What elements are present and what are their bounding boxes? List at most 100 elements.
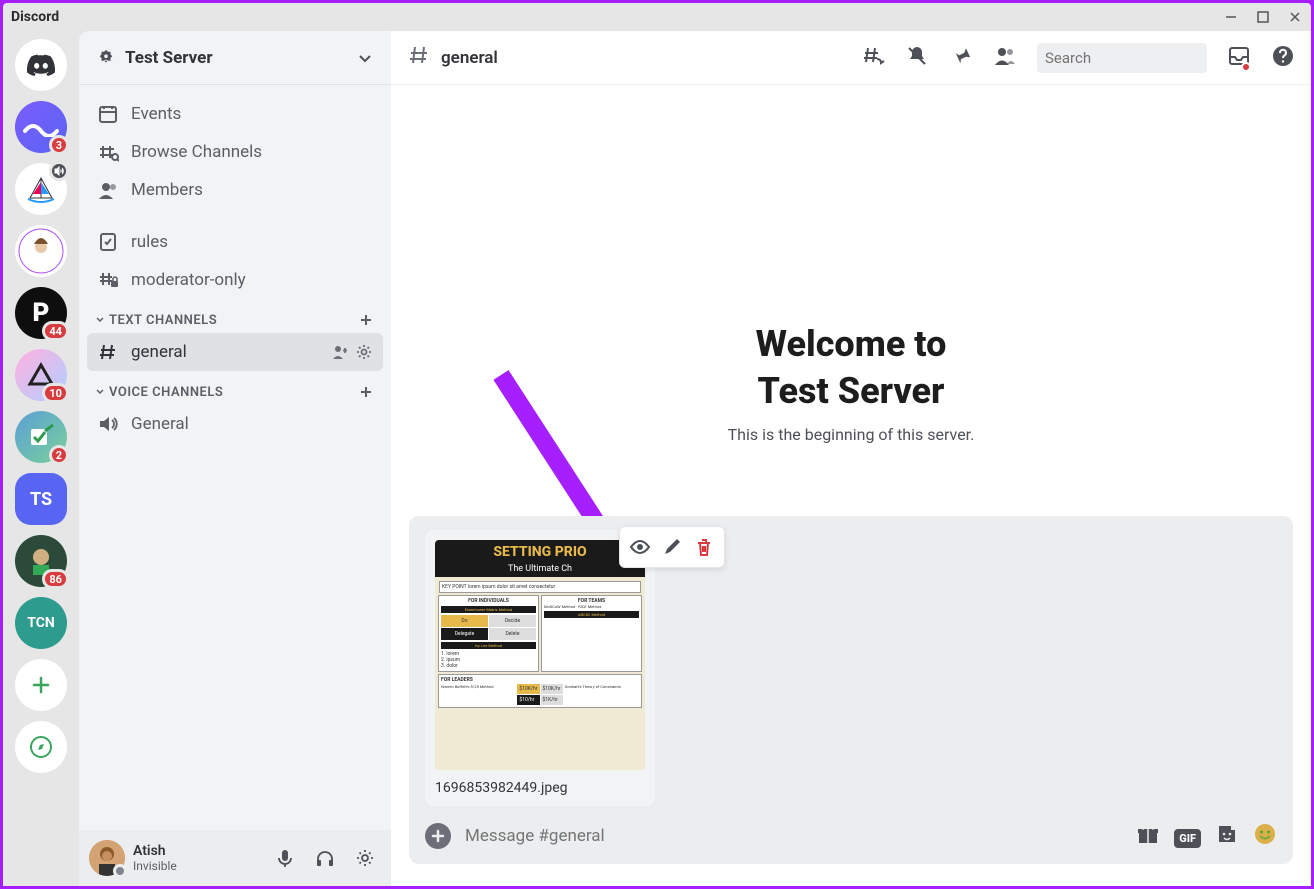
thumb-header: SETTING PRIO bbox=[435, 540, 645, 564]
search-box[interactable] bbox=[1037, 43, 1207, 73]
server-header[interactable]: Test Server bbox=[79, 31, 391, 85]
calendar-icon bbox=[97, 103, 119, 125]
section-label: VOICE CHANNELS bbox=[109, 385, 223, 400]
browse-channels-button[interactable]: Browse Channels bbox=[87, 133, 383, 171]
main-area: general Welcome toTest Se bbox=[391, 31, 1311, 886]
gift-button[interactable] bbox=[1136, 822, 1160, 850]
edit-button[interactable] bbox=[656, 531, 688, 563]
server-item-selected[interactable]: TS bbox=[15, 473, 67, 525]
gif-label: GIF bbox=[1174, 829, 1201, 848]
settings-button[interactable] bbox=[349, 842, 381, 874]
members-button[interactable]: Members bbox=[87, 171, 383, 209]
hash-lock-icon bbox=[97, 269, 119, 291]
members-icon bbox=[993, 44, 1017, 68]
plus-icon bbox=[30, 674, 52, 696]
welcome-subtitle: This is the beginning of this server. bbox=[407, 425, 1295, 444]
browse-label: Browse Channels bbox=[131, 142, 262, 162]
username: Atish bbox=[133, 843, 261, 859]
gif-button[interactable]: GIF bbox=[1174, 827, 1201, 846]
attachment-filename: 1696853982449.jpeg bbox=[435, 780, 645, 796]
section-label: TEXT CHANNELS bbox=[109, 313, 217, 328]
chevron-down-icon bbox=[357, 50, 373, 66]
help-icon bbox=[1271, 44, 1295, 68]
rules-channel[interactable]: rules bbox=[87, 223, 383, 261]
badge-icon bbox=[97, 49, 115, 67]
search-input[interactable] bbox=[1045, 49, 1244, 67]
app-name: Discord bbox=[11, 9, 59, 25]
message-input[interactable] bbox=[465, 826, 1122, 846]
server-item[interactable] bbox=[15, 225, 67, 277]
volume-icon bbox=[49, 161, 69, 181]
mute-button[interactable] bbox=[269, 842, 301, 874]
notification-badge: 86 bbox=[42, 569, 69, 589]
moderator-channel[interactable]: moderator-only bbox=[87, 261, 383, 299]
inbox-button[interactable] bbox=[1227, 44, 1251, 72]
general-voice-channel[interactable]: General bbox=[87, 405, 383, 443]
voice-channels-section[interactable]: VOICE CHANNELS bbox=[87, 371, 383, 405]
emoji-button[interactable] bbox=[1253, 822, 1277, 850]
channel-label: general bbox=[131, 342, 187, 362]
explore-servers-button[interactable] bbox=[15, 721, 67, 773]
pin-icon bbox=[949, 44, 973, 68]
user-info[interactable]: Atish Invisible bbox=[133, 843, 261, 873]
notification-badge: 10 bbox=[42, 383, 69, 403]
titlebar: Discord bbox=[3, 3, 1311, 31]
rules-label: rules bbox=[131, 232, 168, 252]
welcome-line2: Test Server bbox=[758, 370, 945, 412]
speaker-icon bbox=[97, 413, 119, 435]
memberlist-button[interactable] bbox=[993, 44, 1017, 72]
gift-icon bbox=[1136, 822, 1160, 846]
invite-icon[interactable] bbox=[331, 343, 349, 361]
notifications-button[interactable] bbox=[905, 44, 929, 72]
gear-icon bbox=[355, 848, 375, 868]
inbox-notification-dot bbox=[1241, 62, 1251, 72]
events-button[interactable]: Events bbox=[87, 95, 383, 133]
discord-logo-icon bbox=[26, 53, 56, 77]
mic-icon bbox=[275, 848, 295, 868]
members-label: Members bbox=[131, 180, 203, 200]
window-minimize-button[interactable] bbox=[1223, 9, 1239, 25]
server-name: Test Server bbox=[125, 48, 213, 68]
headphones-icon bbox=[315, 848, 335, 868]
sticker-button[interactable] bbox=[1215, 822, 1239, 850]
pinned-button[interactable] bbox=[949, 44, 973, 72]
attachment-actions bbox=[619, 526, 725, 568]
plus-icon[interactable] bbox=[357, 383, 375, 401]
upload-button[interactable] bbox=[425, 823, 451, 849]
emoji-icon bbox=[1253, 822, 1277, 846]
text-channels-section[interactable]: TEXT CHANNELS bbox=[87, 299, 383, 333]
moderator-label: moderator-only bbox=[131, 270, 246, 290]
window-close-button[interactable] bbox=[1287, 9, 1303, 25]
plus-icon[interactable] bbox=[357, 311, 375, 329]
members-icon bbox=[97, 179, 119, 201]
user-panel: Atish Invisible bbox=[79, 830, 391, 886]
chevron-down-icon bbox=[95, 387, 105, 397]
add-server-button[interactable] bbox=[15, 659, 67, 711]
home-server-button[interactable] bbox=[15, 39, 67, 91]
thumb-subheader: The Ultimate Ch bbox=[435, 564, 645, 577]
spoiler-button[interactable] bbox=[624, 531, 656, 563]
general-text-channel[interactable]: general bbox=[87, 333, 383, 371]
help-button[interactable] bbox=[1271, 44, 1295, 72]
threads-icon bbox=[861, 44, 885, 68]
gear-icon[interactable] bbox=[355, 343, 373, 361]
events-label: Events bbox=[131, 104, 181, 124]
hash-icon bbox=[407, 43, 431, 67]
notification-badge: 44 bbox=[42, 321, 69, 341]
hash-icon bbox=[97, 341, 119, 363]
server-item[interactable]: TCN bbox=[15, 597, 67, 649]
welcome-line1: Welcome to bbox=[756, 323, 947, 365]
eye-icon bbox=[629, 536, 651, 558]
deafen-button[interactable] bbox=[309, 842, 341, 874]
bell-muted-icon bbox=[905, 44, 929, 68]
message-area: Welcome to Test Server This is the beginn… bbox=[391, 85, 1311, 516]
delete-button[interactable] bbox=[688, 531, 720, 563]
threads-button[interactable] bbox=[861, 44, 885, 72]
window-maximize-button[interactable] bbox=[1255, 9, 1271, 25]
sticker-icon bbox=[1215, 822, 1239, 846]
pencil-icon bbox=[662, 537, 682, 557]
browse-icon bbox=[97, 141, 119, 163]
trash-icon bbox=[694, 537, 714, 557]
attachment-thumbnail[interactable]: SETTING PRIO The Ultimate Ch KEY POINT l… bbox=[435, 540, 645, 770]
server-initial: TS bbox=[30, 489, 52, 510]
